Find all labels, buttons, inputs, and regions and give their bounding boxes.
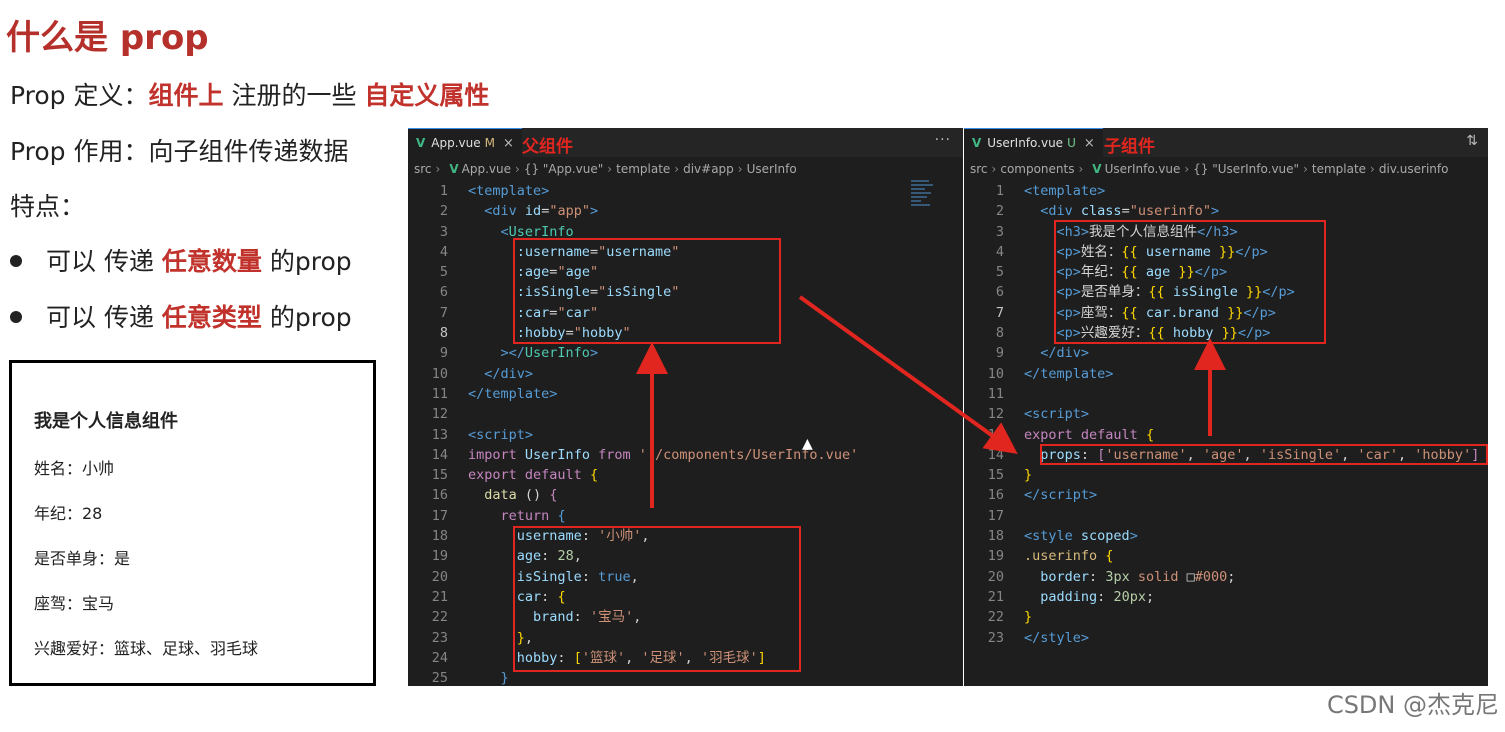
modified-badge: M [484,136,496,150]
bullet-text-end: 的prop [261,247,352,276]
preview-line: 兴趣爱好：篮球、足球、羽毛球 [34,639,259,658]
untracked-badge: U [1067,136,1076,150]
crumb[interactable]: App.vue [462,162,511,176]
crumb[interactable]: div.userinfo [1379,162,1449,176]
vue-file-icon: V [972,136,982,150]
bullet-text: 可以 传递 [46,303,162,332]
mouse-pointer-icon: ▲ [802,436,813,452]
definition-highlight-2: 自定义属性 [364,81,490,110]
template-usage-highlight [1054,220,1326,344]
vue-file-icon: V [416,136,426,150]
definition-label: Prop 定义： [10,81,149,110]
bullet-text-end: 的prop [261,303,352,332]
rendered-preview: 我是个人信息组件 姓名：小帅 年纪：28 是否单身：是 座驾：宝马 兴趣爱好：篮… [9,360,376,686]
close-icon[interactable]: × [1084,136,1095,151]
compare-icon[interactable]: ⇅ [1466,133,1478,149]
tab-app-vue[interactable]: V App.vue M × [408,128,522,157]
close-icon[interactable]: × [503,136,514,151]
watermark: CSDN @杰克尼 [1326,691,1499,719]
vue-file-icon: V [449,162,459,176]
child-note: 子组件 [1104,137,1155,157]
bullet-text: 可以 传递 [46,247,162,276]
preview-line: 座驾：宝马 [34,594,115,613]
preview-line: 是否单身：是 [34,549,131,568]
bullet-dot [10,311,22,323]
breadcrumb: src › V App.vue › {} "App.vue" › template › d… [414,162,797,176]
bullet-highlight: 任意类型 [161,303,262,332]
preview-heading: 我是个人信息组件 [34,411,178,432]
tab-bar: V App.vue M × 父组件 ··· [408,128,963,157]
parent-note: 父组件 [522,137,573,157]
tab-bar: V UserInfo.vue U × 子组件 ⇅ [964,128,1488,157]
crumb[interactable]: {} "UserInfo.vue" [1193,162,1299,176]
crumb[interactable]: template [616,162,670,176]
crumb[interactable]: template [1312,162,1366,176]
preview-line: 姓名：小帅 [34,459,115,478]
crumb[interactable]: UserInfo.vue [1105,162,1181,176]
bullet-item: 可以 传递 任意数量 的prop [10,242,352,278]
vue-file-icon: V [1092,162,1102,176]
props-binding-highlight [513,238,781,344]
more-actions-icon[interactable]: ··· [935,132,951,148]
bullet-dot [10,255,22,267]
data-highlight [513,526,801,672]
bullet-item: 可以 传递 任意类型 的prop [10,298,352,334]
tab-label: App.vue [431,136,481,150]
purpose-text: 向子组件传递数据 [148,137,349,166]
definition-middle: 注册的一些 [223,81,365,110]
features-label: 特点： [10,192,86,221]
child-editor: V UserInfo.vue U × 子组件 ⇅ src › components… [964,128,1488,686]
purpose-label: Prop 作用： [10,137,149,166]
breadcrumb: src › components › V UserInfo.vue › {} "User… [970,162,1449,176]
crumb[interactable]: {} "App.vue" [524,162,603,176]
tab-userinfo-vue[interactable]: V UserInfo.vue U × [964,128,1103,157]
preview-line: 年纪：28 [34,504,103,523]
definition-line: Prop 定义：组件上 注册的一些 自定义属性 [10,76,489,112]
crumb[interactable]: components [1000,162,1074,176]
definition-highlight-1: 组件上 [148,81,224,110]
crumb[interactable]: UserInfo [747,162,797,176]
crumb[interactable]: div#app [683,162,734,176]
crumb[interactable]: src [970,162,988,176]
crumb[interactable]: src [414,162,432,176]
slide-title: 什么是 prop [6,18,209,58]
tab-label: UserInfo.vue [987,136,1064,150]
bullet-highlight: 任意数量 [161,247,262,276]
parent-editor: V App.vue M × 父组件 ··· src › V App.vue › {} … [408,128,963,686]
purpose-line: Prop 作用：向子组件传递数据 [10,132,349,168]
props-declaration-highlight [1040,444,1488,465]
